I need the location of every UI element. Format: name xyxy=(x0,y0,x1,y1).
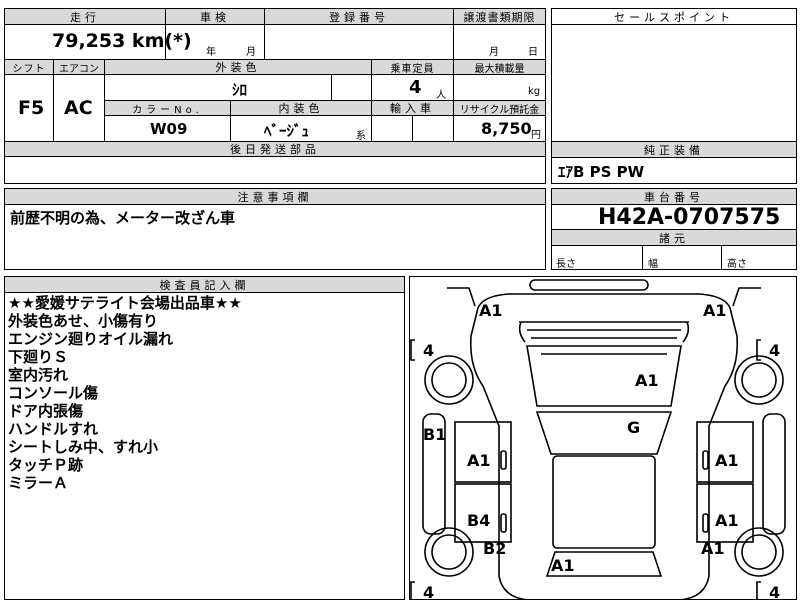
sales-point-box xyxy=(551,8,797,144)
mark-rear: A1 xyxy=(551,556,575,575)
mark-windshield: G xyxy=(627,418,640,437)
tire-rear-right: 4 xyxy=(769,583,780,600)
inspector-line: ドア内張傷 xyxy=(8,402,84,420)
recycle-value: 8,750 xyxy=(481,119,532,138)
inspector-lines: ★★愛媛サテライト会場出品車★★ 外装色あせ、小傷有り エンジン廻りオイル漏れ … xyxy=(8,294,242,492)
capacity-unit: 人 xyxy=(436,90,446,101)
tire-front-right: 4 xyxy=(769,341,780,360)
inspector-line: ミラーＡ xyxy=(8,474,69,492)
exterior-color-cell xyxy=(104,74,332,101)
mark-hood: A1 xyxy=(635,371,659,390)
color-no-header: カラーNo. xyxy=(104,100,231,116)
inspector-line: 室内汚れ xyxy=(8,366,69,384)
car-diagram: 4 4 4 4 A1 A1 A1 G B1 A1 A1 B4 A1 B2 A1 … xyxy=(410,279,786,600)
exterior-color-header: 外装色 xyxy=(104,59,372,75)
mark-right-rear-fender: A1 xyxy=(701,539,725,558)
shift-header: シフト xyxy=(4,59,54,75)
color-no-value: W09 xyxy=(150,120,188,138)
tire-rear-left: 4 xyxy=(423,583,434,600)
mark-left-pillar: B1 xyxy=(423,425,446,444)
max-load-unit: kg xyxy=(528,86,541,97)
import-cell-left xyxy=(371,115,413,142)
exterior-color-value: ｼﾛ xyxy=(232,81,248,99)
mark-left-rear-door: B4 xyxy=(467,511,490,530)
interior-color-suffix: 系 xyxy=(356,131,366,142)
shift-value: F5 xyxy=(18,97,45,119)
chassis-value: H42A-0707575 xyxy=(598,205,781,230)
inspection-year: 年 xyxy=(206,47,216,58)
inspector-line: シートしみ中、すれ小 xyxy=(8,438,159,456)
max-load-header: 最大積載量 xyxy=(453,59,546,75)
inspector-line: エンジン廻りオイル漏れ xyxy=(8,330,174,348)
registration-header: 登録番号 xyxy=(264,8,454,25)
mark-left-rear-fender: B2 xyxy=(483,539,506,558)
genuine-equipment-header: 純正装備 xyxy=(551,141,797,158)
capacity-value: 4 xyxy=(409,77,422,98)
mark-front-right: A1 xyxy=(703,301,727,320)
mark-left-front-door: A1 xyxy=(467,451,491,470)
tire-front-left: 4 xyxy=(423,341,434,360)
inspector-line: 外装色あせ、小傷有り xyxy=(8,312,159,330)
genuine-equipment-value: ｴｱB PS PW xyxy=(558,163,645,181)
transfer-month: 月 xyxy=(489,47,499,58)
mileage-header: 走行 xyxy=(4,8,166,25)
dimension-length-label: 長さ xyxy=(556,259,576,270)
mark-right-front-door: A1 xyxy=(715,451,739,470)
recycle-header: リサイクル預託金 xyxy=(453,100,546,116)
mark-front-left: A1 xyxy=(479,301,503,320)
registration-cell xyxy=(264,24,454,60)
inspector-line: ★★愛媛サテライト会場出品車★★ xyxy=(8,294,242,312)
dimension-height-label: 高さ xyxy=(727,259,747,270)
chassis-header: 車台番号 xyxy=(551,188,797,205)
import-header: 輸入車 xyxy=(371,100,454,116)
inspector-line: タッチＰ跡 xyxy=(8,456,84,474)
recycle-unit: 円 xyxy=(531,130,541,141)
inspector-header: 検査員記入欄 xyxy=(4,276,405,293)
import-cell-right xyxy=(412,115,454,142)
capacity-header: 乗車定員 xyxy=(371,59,454,75)
transfer-docs-header: 譲渡書類期限 xyxy=(453,8,546,25)
aircon-value: AC xyxy=(64,97,93,119)
inspection-month: 月 xyxy=(246,47,256,58)
later-parts-header: 後日発送部品 xyxy=(4,141,546,157)
notes-header: 注意事項欄 xyxy=(4,188,546,205)
exterior-color-extra xyxy=(331,74,372,101)
aircon-header: エアコン xyxy=(53,59,105,75)
inspector-line: 下廻りＳ xyxy=(8,348,69,366)
inspector-line: ハンドルすれ xyxy=(8,420,99,438)
interior-color-header: 内装色 xyxy=(230,100,372,116)
sales-point-header: セールスポイント xyxy=(551,8,797,25)
notes-text: 前歴不明の為、メーター改ざん車 xyxy=(10,209,236,227)
inspector-line: コンソール傷 xyxy=(8,384,99,402)
dimension-width-label: 幅 xyxy=(648,259,658,270)
transfer-day: 日 xyxy=(528,47,538,58)
dimensions-header: 諸元 xyxy=(551,229,797,246)
inspection-header: 車検 xyxy=(165,8,265,25)
interior-color-value: ﾍﾞｰｼﾞｭ xyxy=(264,122,310,140)
mark-right-rear-door: A1 xyxy=(715,511,739,530)
